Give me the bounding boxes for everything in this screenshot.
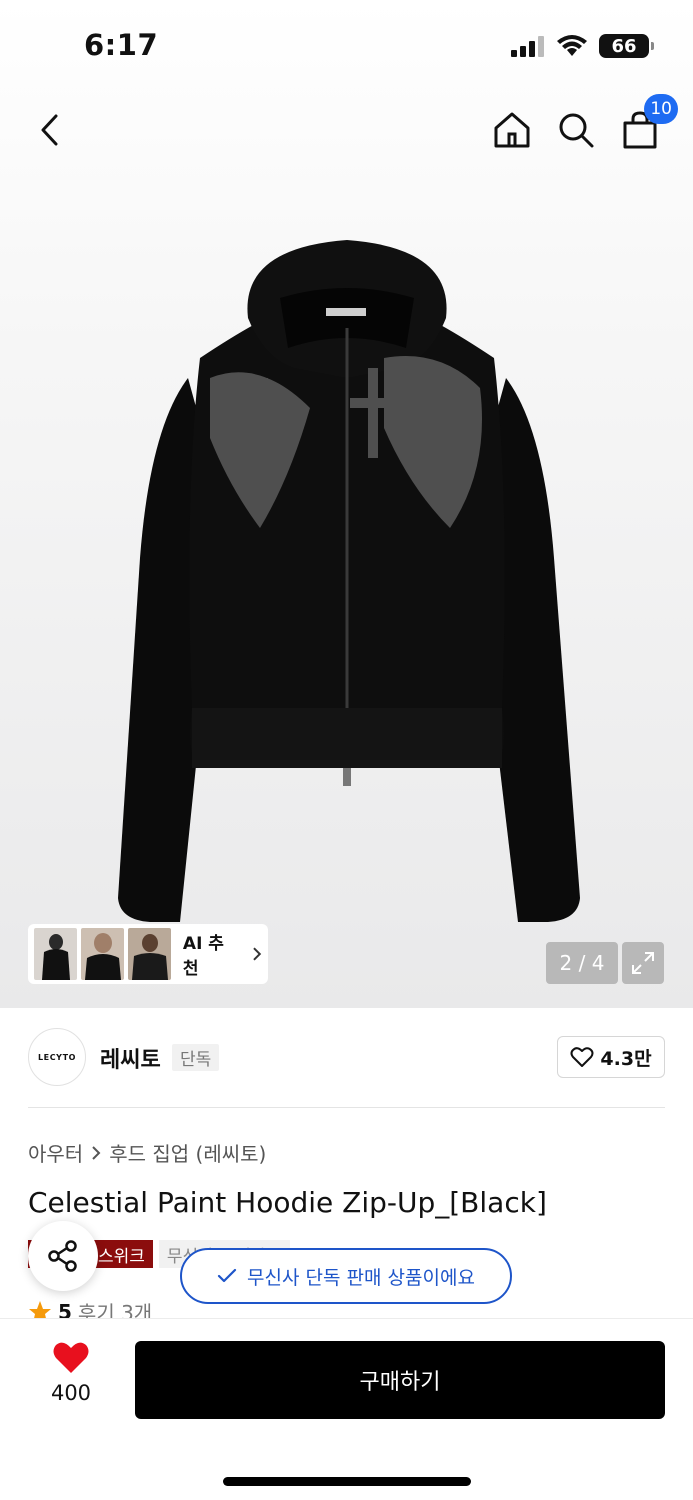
status-icons: 66 <box>511 32 654 60</box>
search-button[interactable] <box>550 104 602 156</box>
brand-logo-text: LECYTO <box>37 1052 77 1062</box>
buy-button[interactable]: 구매하기 <box>135 1341 665 1419</box>
exclusive-toast: 무신사 단독 판매 상품이에요 <box>180 1248 512 1304</box>
status-time: 6:17 <box>84 28 159 62</box>
product-image <box>118 240 580 922</box>
divider <box>28 1107 665 1108</box>
exclusive-toast-text: 무신사 단독 판매 상품이에요 <box>247 1266 475 1289</box>
share-icon <box>48 1240 77 1272</box>
search-icon <box>559 113 594 148</box>
share-button[interactable] <box>28 1221 98 1291</box>
brand-like-count: 4.3만 <box>600 1047 652 1070</box>
cart-button[interactable]: 10 <box>614 94 678 156</box>
chevron-right-icon <box>253 947 262 961</box>
wifi-icon <box>557 35 587 56</box>
brand-name[interactable]: 레씨토 <box>100 1042 161 1074</box>
expand-icon <box>632 952 654 974</box>
image-page-counter: 2 / 4 <box>546 942 618 984</box>
bottom-action-bar: 400 구매하기 <box>0 1318 693 1500</box>
battery-indicator: 66 <box>599 34 654 58</box>
exclusive-tag: 단독 <box>172 1044 220 1071</box>
breadcrumb: 아우터 후드 집업 (레씨토) <box>28 1138 266 1167</box>
status-bar: 6:17 66 <box>0 0 693 92</box>
heart-outline-icon <box>570 1047 594 1067</box>
wishlist-count: 400 <box>50 1381 92 1405</box>
brand-logo[interactable]: LECYTO <box>28 1028 86 1086</box>
home-icon <box>494 112 530 148</box>
ai-thumbnail <box>34 928 77 980</box>
breadcrumb-subcategory[interactable]: 후드 집업 (레씨토) <box>109 1138 266 1167</box>
chevron-right-icon <box>92 1145 101 1160</box>
ai-thumbnail <box>127 928 171 980</box>
breadcrumb-category[interactable]: 아우터 <box>28 1138 83 1167</box>
home-button[interactable] <box>486 104 538 156</box>
home-indicator <box>223 1477 471 1486</box>
ai-recommend-label: AI 추천 <box>182 934 224 979</box>
check-icon <box>217 1268 237 1283</box>
ai-recommend-button[interactable]: AI 추천 <box>28 924 268 984</box>
signal-icon <box>511 36 544 57</box>
heart-filled-icon <box>53 1342 89 1373</box>
cart-count-badge: 10 <box>644 94 678 124</box>
top-nav: 10 <box>0 92 693 172</box>
product-title: Celestial Paint Hoodie Zip-Up_[Black] <box>28 1186 547 1219</box>
back-button[interactable] <box>24 104 76 156</box>
ai-thumbnail <box>80 928 124 980</box>
wishlist-button[interactable]: 400 <box>36 1341 106 1405</box>
brand-like-button[interactable]: 4.3만 <box>557 1036 665 1078</box>
chevron-left-icon <box>41 114 58 146</box>
fullscreen-button[interactable] <box>622 942 664 984</box>
brand-row: LECYTO 레씨토 단독 4.3만 <box>28 1028 665 1086</box>
